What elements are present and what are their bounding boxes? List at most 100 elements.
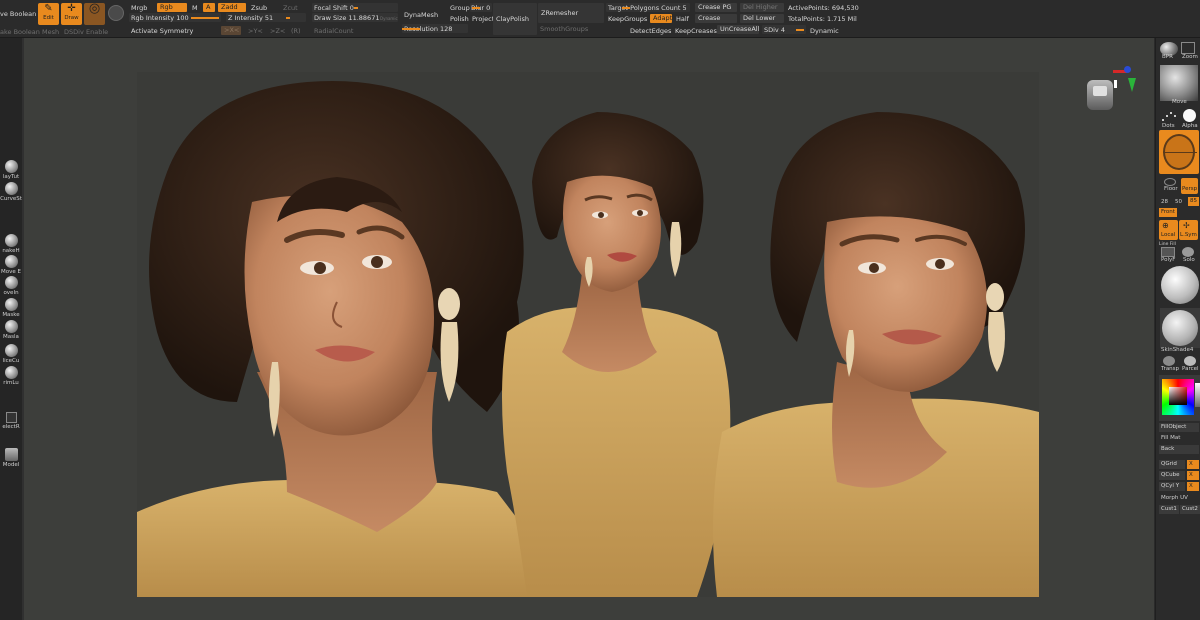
persp-button[interactable]: Persp xyxy=(1181,178,1198,194)
zremesher-button[interactable]: ZRemesher xyxy=(538,3,604,23)
preset-85[interactable]: 85 xyxy=(1188,197,1199,206)
adapt-button[interactable]: Adapt xyxy=(650,14,672,23)
live-boolean-button[interactable]: ve Boolean xyxy=(0,10,36,18)
scale-mode-icon[interactable] xyxy=(108,5,124,21)
radial-count-slider[interactable]: RadialCount xyxy=(314,27,353,35)
left-shelf-item[interactable]: liceCu xyxy=(0,344,22,365)
left-shelf-item[interactable]: oveIn xyxy=(0,276,22,297)
dots-stroke-icon[interactable] xyxy=(1160,109,1178,123)
left-shelf-item[interactable]: layTut xyxy=(0,160,22,181)
claypolish-button[interactable]: ClayPolish xyxy=(493,3,537,35)
activate-symmetry-button[interactable]: Activate Symmetry xyxy=(131,27,193,35)
skinshade-sphere-icon xyxy=(1162,310,1198,346)
edit-button[interactable]: ✎ Edit xyxy=(38,3,59,25)
crease-button[interactable]: Crease xyxy=(695,14,737,23)
back-button[interactable]: Back xyxy=(1159,445,1199,454)
matcap-sphere-icon[interactable] xyxy=(1161,266,1199,304)
keepcreases-button[interactable]: KeepCreases xyxy=(675,27,717,35)
focal-shift-slider[interactable]: Focal Shift 0 xyxy=(312,3,398,12)
left-shelf-item[interactable]: Maske xyxy=(0,298,22,319)
draw-button[interactable]: ✛ Draw xyxy=(61,3,82,25)
navigation-gizmo[interactable] xyxy=(1084,66,1136,124)
gizmo-y-axis-icon xyxy=(1128,78,1136,92)
alpha-icon[interactable] xyxy=(1183,109,1196,122)
qgrid-x-button[interactable]: X xyxy=(1187,460,1199,469)
local-button[interactable]: ⊕ Local xyxy=(1159,220,1178,240)
rgb-button[interactable]: Rgb xyxy=(157,3,187,12)
zcut-button[interactable]: Zcut xyxy=(283,4,298,12)
draw-size-slider[interactable]: Draw Size 11.88671 Dynamic xyxy=(312,13,398,22)
dsdiv-button[interactable]: DSDiv xyxy=(64,28,84,36)
mask-brush-icon xyxy=(4,298,18,311)
smoothgroups-slider[interactable]: SmoothGroups xyxy=(540,25,588,33)
dynamic-button[interactable]: Dynamic xyxy=(810,27,839,35)
del-higher-button[interactable]: Del Higher xyxy=(740,3,784,12)
draw-icon: ✛ xyxy=(67,3,76,14)
floor-icon[interactable] xyxy=(1164,178,1176,186)
material-sphere-icon[interactable] xyxy=(1160,65,1198,101)
left-shelf-item[interactable]: CurveSt xyxy=(0,182,22,203)
color-picker[interactable] xyxy=(1159,375,1200,421)
left-shelf-item[interactable]: rimLu xyxy=(0,366,22,387)
iris-right-2 xyxy=(935,259,945,269)
qcube-x-button[interactable]: X xyxy=(1187,471,1199,480)
symmetry-r-button[interactable]: (R) xyxy=(291,27,301,35)
uncreaseall-button[interactable]: UnCreaseAll xyxy=(717,25,759,34)
sdiv-thumb xyxy=(796,29,804,31)
target-polygons-slider[interactable]: Target Polygons Count 5 xyxy=(606,3,690,12)
symmetry-y-button[interactable]: >Y< xyxy=(248,27,263,35)
detectedges-button[interactable]: DetectEdges xyxy=(630,27,671,35)
resolution-slider[interactable]: Resolution 128 xyxy=(402,24,468,33)
cust1-button[interactable]: Cust1 xyxy=(1159,505,1179,514)
parcel-icon[interactable] xyxy=(1184,356,1196,366)
sculpt-viewport[interactable] xyxy=(137,72,1039,597)
z-intensity-slider[interactable]: Z Intensity 51 xyxy=(226,13,306,22)
transp-icon[interactable] xyxy=(1163,356,1175,366)
left-shelf-item[interactable]: nakeH xyxy=(0,234,22,255)
left-shelf-item[interactable]: Move E xyxy=(0,255,22,276)
dynamesh-button[interactable]: DynaMesh xyxy=(404,11,438,19)
mrgb-button[interactable]: Mrgb xyxy=(131,4,147,12)
left-shelf-item[interactable]: Model xyxy=(0,448,22,469)
qgrid-button[interactable]: QGrid xyxy=(1159,460,1185,469)
texture-swatch[interactable] xyxy=(1159,130,1199,174)
solo-icon[interactable] xyxy=(1182,247,1194,257)
earring-feather-left xyxy=(440,322,459,402)
a-button[interactable]: A xyxy=(203,3,215,12)
front-button[interactable]: Front xyxy=(1159,208,1177,217)
preset-28[interactable]: 28 xyxy=(1161,199,1168,206)
rotate-mode-icon: ◎ xyxy=(88,1,101,16)
del-lower-button[interactable]: Del Lower xyxy=(740,14,784,23)
zsub-button[interactable]: Zsub xyxy=(251,4,267,12)
skinshade-material[interactable] xyxy=(1160,308,1200,348)
preset-50[interactable]: 50 xyxy=(1175,199,1182,206)
make-boolean-mesh-button[interactable]: ake Boolean Mesh xyxy=(0,28,59,36)
polyf-icon[interactable] xyxy=(1161,247,1175,257)
cust2-button[interactable]: Cust2 xyxy=(1180,505,1200,514)
left-shelf-item[interactable]: Masla xyxy=(0,320,22,341)
symmetry-x-button[interactable]: >X< xyxy=(221,26,241,35)
qcyl-button[interactable]: QCyl Y xyxy=(1159,482,1185,491)
keepgroups-button[interactable]: KeepGroups xyxy=(608,15,647,23)
crease-pg-button[interactable]: Crease PG xyxy=(695,3,737,12)
zoom-icon[interactable] xyxy=(1181,42,1195,54)
fillobject-button[interactable]: FillObject xyxy=(1159,423,1199,432)
polish-button[interactable]: Polish xyxy=(450,15,469,23)
qcyl-x-button[interactable]: X xyxy=(1187,482,1199,491)
qcube-button[interactable]: QCube xyxy=(1159,471,1185,480)
zadd-button[interactable]: Zadd xyxy=(218,3,246,12)
move-mode-button[interactable]: ◎ xyxy=(84,1,105,25)
half-button[interactable]: Half xyxy=(676,15,689,23)
rgb-intensity-slider[interactable]: Rgb Intensity 100 xyxy=(129,13,221,22)
move-infinite-brush-icon xyxy=(4,276,18,289)
symmetry-z-button[interactable]: >Z< xyxy=(270,27,285,35)
blur-slider[interactable]: Blur 0 xyxy=(470,3,492,12)
m-button[interactable]: M xyxy=(192,4,198,12)
morph-uv-button[interactable]: Morph UV xyxy=(1161,495,1188,502)
fill-mat-button[interactable]: Fill Mat xyxy=(1161,435,1180,442)
left-shelf-item[interactable]: electR xyxy=(0,412,22,431)
sdiv-slider[interactable]: SDiv 4 xyxy=(762,25,806,34)
lsym-button[interactable]: ✢ L.Sym xyxy=(1179,220,1198,240)
enable-button[interactable]: Enable xyxy=(86,28,108,36)
project-button[interactable]: Project xyxy=(472,15,494,23)
